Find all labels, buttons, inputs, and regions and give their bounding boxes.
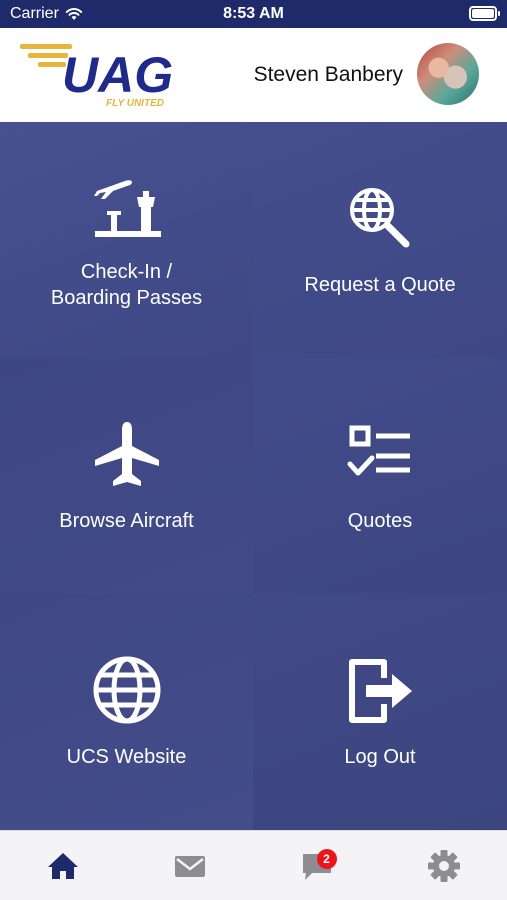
logo-tagline: FLY UNITED — [106, 98, 164, 109]
status-bar: Carrier 8:53 AM — [0, 0, 507, 28]
battery-icon — [469, 6, 500, 21]
tab-mail[interactable] — [127, 831, 254, 900]
logo-text: UAG — [62, 47, 173, 103]
tile-label: Request a Quote — [304, 274, 456, 296]
tile-request-quote[interactable]: Request a Quote — [253, 122, 507, 358]
airplane-icon — [94, 422, 159, 486]
tile-label: Browse Aircraft — [59, 510, 194, 532]
tile-label: Check-In / Boarding Passes — [50, 261, 203, 309]
tile-label: Quotes — [347, 510, 413, 532]
main-menu-grid: Check-In / Boarding Passes Request a Quo… — [0, 122, 507, 830]
tab-home[interactable] — [0, 831, 127, 900]
tile-ucs-website[interactable]: UCS Website — [0, 594, 253, 830]
user-name: Steven Banbery — [253, 63, 403, 86]
tab-chat[interactable]: 2 — [254, 831, 381, 900]
tab-settings[interactable] — [380, 831, 507, 900]
home-icon — [48, 852, 79, 879]
checklist-icon — [347, 425, 410, 476]
tile-browse-aircraft[interactable]: Browse Aircraft — [0, 358, 253, 594]
globe-icon — [93, 656, 160, 724]
tile-label: UCS Website — [66, 746, 187, 768]
departure-tower-icon — [93, 180, 161, 237]
app-header: UAG FLY UNITED Steven Banbery — [0, 28, 507, 122]
tile-label: Log Out — [344, 746, 416, 768]
tile-check-in[interactable]: Check-In / Boarding Passes — [0, 122, 253, 358]
tile-quotes[interactable]: Quotes — [253, 358, 507, 594]
avatar[interactable] — [417, 43, 479, 105]
status-time: 8:53 AM — [223, 5, 284, 22]
tab-bar: 2 — [0, 830, 507, 900]
globe-search-icon — [350, 188, 410, 248]
tile-log-out[interactable]: Log Out — [253, 594, 507, 830]
uag-logo: UAG FLY UNITED — [20, 44, 173, 109]
chat-badge: 2 — [316, 849, 337, 869]
mail-icon — [175, 855, 206, 877]
logout-icon — [349, 659, 412, 723]
gear-icon — [427, 849, 460, 882]
